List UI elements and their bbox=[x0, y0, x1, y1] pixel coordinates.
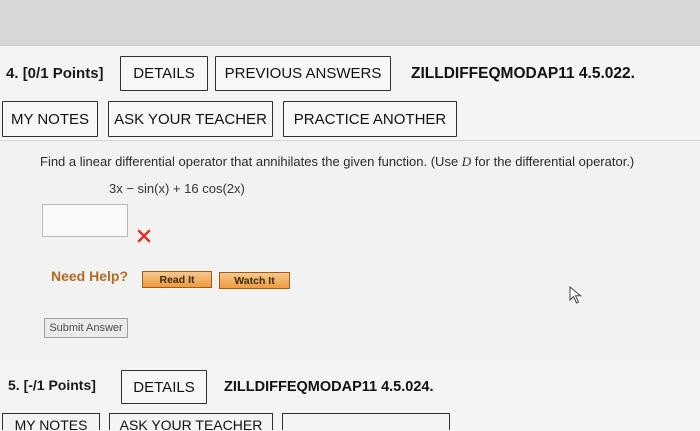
details-button-q5[interactable]: DETAILS bbox=[121, 370, 207, 404]
mouse-pointer-icon bbox=[569, 286, 582, 304]
watch-it-button[interactable]: Watch It bbox=[219, 272, 290, 289]
previous-answers-button[interactable]: PREVIOUS ANSWERS bbox=[215, 56, 391, 91]
practice-another-button[interactable]: PRACTICE ANOTHER bbox=[283, 101, 457, 137]
operator-variable: D bbox=[461, 154, 472, 169]
need-help-label: Need Help? bbox=[51, 268, 129, 284]
my-notes-button[interactable]: MY NOTES bbox=[2, 101, 98, 137]
question-points: [-/1 Points] bbox=[23, 377, 96, 393]
details-button[interactable]: DETAILS bbox=[120, 56, 208, 91]
red-x-icon bbox=[137, 229, 151, 243]
question-points: [0/1 Points] bbox=[22, 65, 104, 82]
submit-answer-button[interactable]: Submit Answer bbox=[44, 318, 128, 338]
question-4-header: 4. [0/1 Points] bbox=[6, 65, 104, 82]
question-number: 4. bbox=[6, 65, 19, 82]
question-5-header: 5. [-/1 Points] bbox=[8, 377, 96, 393]
ask-your-teacher-button-q5[interactable]: ASK YOUR TEACHER bbox=[109, 413, 273, 430]
given-function: 3x − sin(x) + 16 cos(2x) bbox=[109, 181, 245, 196]
answer-input[interactable] bbox=[42, 204, 128, 237]
practice-another-button-q5[interactable] bbox=[282, 413, 450, 430]
top-band bbox=[0, 0, 700, 45]
ask-your-teacher-button[interactable]: ASK YOUR TEACHER bbox=[108, 101, 273, 137]
question-code-q5: ZILLDIFFEQMODAP11 4.5.024. bbox=[224, 379, 434, 395]
question-prompt: Find a linear differential operator that… bbox=[40, 154, 635, 169]
question-number: 5. bbox=[8, 377, 20, 393]
question-code: ZILLDIFFEQMODAP11 4.5.022. bbox=[411, 65, 635, 82]
read-it-button[interactable]: Read It bbox=[142, 271, 212, 288]
my-notes-button-q5[interactable]: MY NOTES bbox=[2, 413, 100, 430]
